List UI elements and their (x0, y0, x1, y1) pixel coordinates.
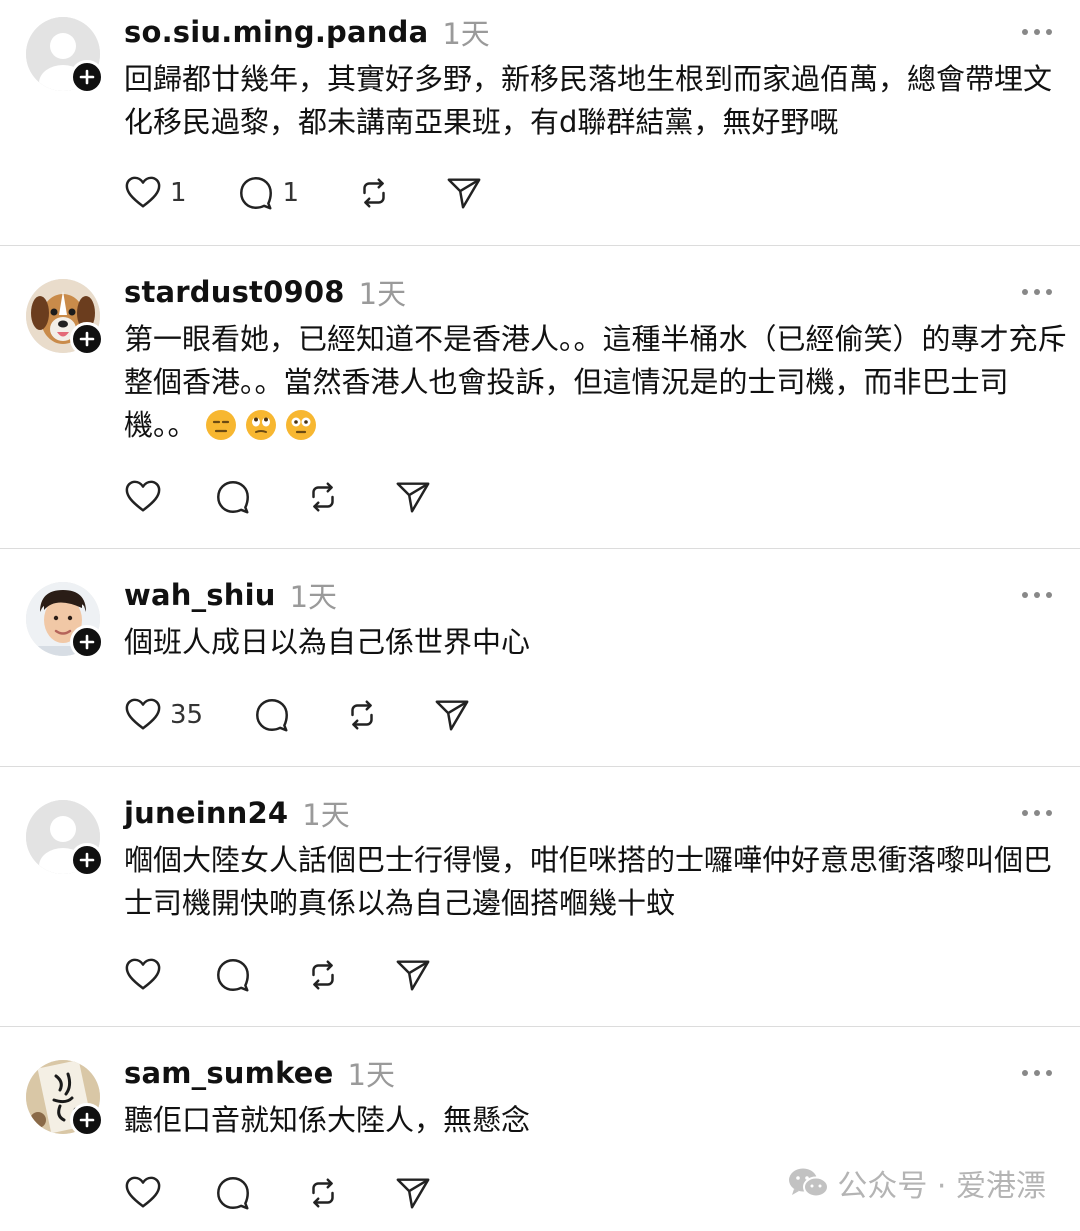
like-button[interactable]: 1 (124, 174, 187, 212)
reply-count: 1 (282, 178, 300, 208)
post-header: wah_shiu 1天 (124, 573, 337, 617)
repost-button[interactable] (355, 174, 393, 212)
share-button[interactable] (394, 478, 432, 516)
action-bar (124, 475, 432, 519)
comment-icon (217, 959, 249, 992)
post-header: juneinn24 1天 (124, 791, 350, 835)
timestamp: 1天 (347, 1058, 395, 1092)
share-button[interactable] (394, 1174, 432, 1212)
plus-icon (79, 331, 95, 347)
expressionless-face-emoji (205, 410, 236, 440)
watermark: 公众号 · 爱港漂 (787, 1161, 1046, 1205)
comment-icon (217, 1177, 249, 1210)
more-icon (1022, 29, 1052, 35)
post: wah_shiu 1天 個班人成日以為自己係世界中心 35 (0, 549, 1080, 767)
post-header: sam_sumkee 1天 (124, 1051, 395, 1095)
more-icon (1022, 1070, 1052, 1076)
plus-icon (79, 1112, 95, 1128)
more-options-button[interactable] (1020, 1063, 1054, 1083)
more-options-button[interactable] (1020, 22, 1054, 42)
like-count: 35 (170, 700, 204, 730)
repost-button[interactable] (343, 696, 381, 734)
heart-icon (125, 176, 161, 208)
timestamp: 1天 (358, 277, 407, 311)
action-bar (124, 1171, 432, 1215)
reply-button[interactable]: 1 (237, 174, 300, 212)
send-icon (396, 1178, 430, 1209)
comment-icon (256, 699, 289, 732)
timestamp: 1天 (302, 798, 350, 832)
send-icon (396, 960, 430, 991)
follow-button[interactable] (70, 625, 104, 659)
repost-icon (312, 1178, 334, 1208)
plus-icon (79, 69, 95, 85)
action-bar: 1 1 (124, 171, 483, 215)
follow-button[interactable] (70, 843, 104, 877)
post-text: 嗰個大陸女人話個巴士行得慢，咁佢咪搭的士囉嘩仲好意思衝落嚟叫個巴士司機開快啲真係… (124, 843, 1053, 920)
more-options-button[interactable] (1020, 585, 1054, 605)
more-options-button[interactable] (1020, 282, 1054, 302)
plus-icon (79, 634, 95, 650)
reply-button[interactable] (214, 956, 252, 994)
plus-icon (79, 852, 95, 868)
post: so.siu.ming.panda 1天 回歸都廿幾年，其實好多野，新移民落地生… (0, 0, 1080, 246)
like-count: 1 (170, 178, 187, 208)
comment-icon (239, 177, 272, 210)
repost-icon (351, 700, 373, 730)
post-text: 回歸都廿幾年，其實好多野，新移民落地生根到而家過佰萬，總會帶埋文化移民過黎，都未… (124, 62, 1053, 139)
send-icon (435, 700, 469, 731)
reply-button[interactable] (214, 1174, 252, 1212)
share-button[interactable] (433, 696, 471, 734)
watermark-text: 公众号 · 爱港漂 (837, 1169, 1046, 1204)
share-button[interactable] (394, 956, 432, 994)
like-button[interactable] (124, 1174, 162, 1212)
like-button[interactable]: 35 (124, 696, 203, 734)
like-button[interactable] (124, 478, 162, 516)
wechat-icon (789, 1168, 830, 1198)
dizzy-face-emoji (285, 410, 316, 440)
more-icon (1022, 289, 1052, 295)
follow-button[interactable] (70, 60, 104, 94)
post: juneinn24 1天 嗰個大陸女人話個巴士行得慢，咁佢咪搭的士囉嘩仲好意思衝… (0, 767, 1080, 1027)
action-bar: 35 (124, 693, 471, 737)
username[interactable]: so.siu.ming.panda (124, 15, 428, 49)
repost-icon (363, 178, 385, 208)
username[interactable]: juneinn24 (124, 796, 288, 830)
action-bar (124, 953, 432, 997)
more-options-button[interactable] (1020, 803, 1054, 823)
post-header: stardust0908 1天 (124, 270, 406, 314)
follow-button[interactable] (70, 322, 104, 356)
like-button[interactable] (124, 956, 162, 994)
reply-button[interactable] (253, 696, 291, 734)
username[interactable]: sam_sumkee (124, 1056, 334, 1090)
post-text: 聽佢口音就知係大陸人，無懸念 (124, 1103, 531, 1137)
repost-button[interactable] (304, 478, 342, 516)
eye-roll-face-emoji (245, 410, 276, 440)
heart-icon (125, 480, 161, 512)
post: stardust0908 1天 第一眼看她，已經知道不是香港人。。這種半桶水（已… (0, 246, 1080, 549)
share-button[interactable] (445, 174, 483, 212)
heart-icon (125, 698, 161, 730)
timestamp: 1天 (442, 17, 490, 51)
more-icon (1022, 810, 1052, 816)
follow-button[interactable] (70, 1103, 104, 1137)
repost-button[interactable] (304, 956, 342, 994)
comment-icon (217, 481, 249, 514)
timestamp: 1天 (289, 580, 338, 614)
more-icon (1022, 592, 1052, 598)
post-header: so.siu.ming.panda 1天 (124, 10, 490, 54)
post-text: 第一眼看她，已經知道不是香港人。。這種半桶水（已經偷笑）的專才充斥整個香港。。當… (124, 318, 1069, 447)
heart-icon (125, 1176, 161, 1208)
heart-icon (125, 958, 161, 990)
send-icon (396, 482, 430, 513)
post-text: 個班人成日以為自己係世界中心 (124, 625, 531, 659)
reply-button[interactable] (214, 478, 252, 516)
repost-icon (312, 482, 334, 512)
repost-button[interactable] (304, 1174, 342, 1212)
username[interactable]: stardust0908 (124, 275, 345, 309)
repost-icon (312, 960, 334, 990)
username[interactable]: wah_shiu (124, 578, 276, 612)
send-icon (447, 178, 481, 209)
